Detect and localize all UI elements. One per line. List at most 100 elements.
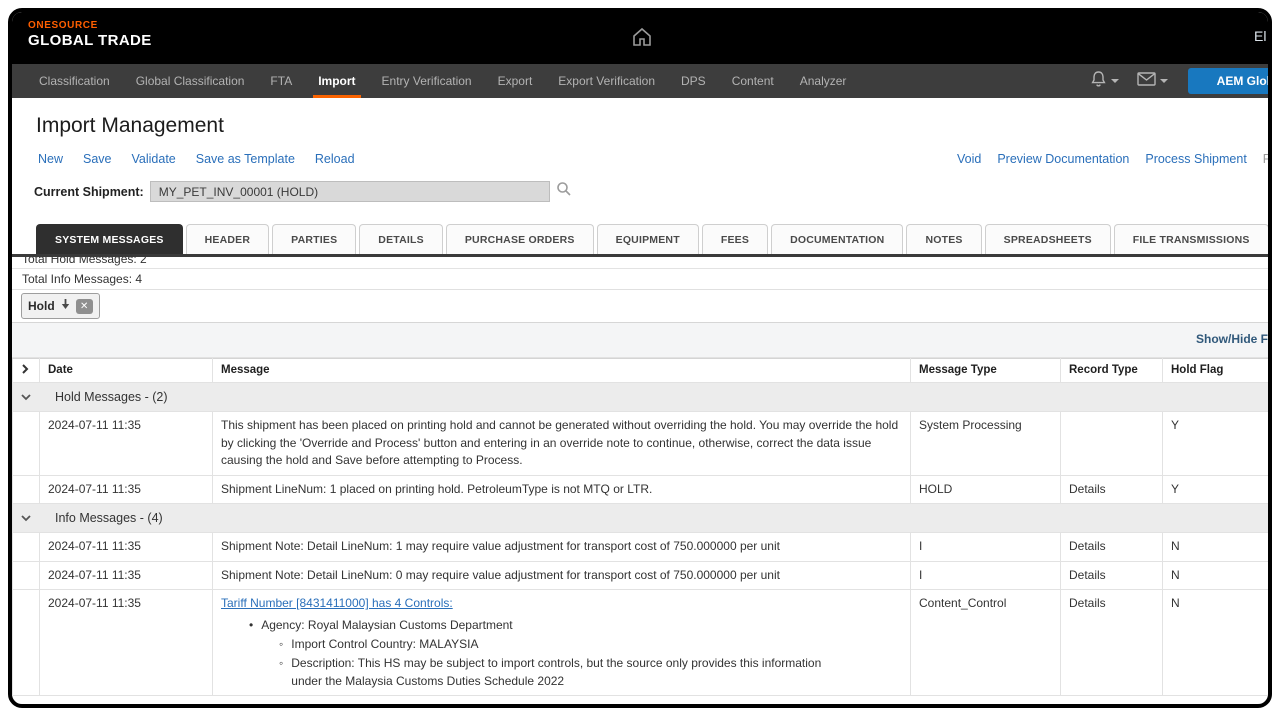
brand-name: ONESOURCE (28, 20, 152, 31)
nav-item-entry-verification[interactable]: Entry Verification (369, 64, 485, 98)
chevron-down-icon[interactable] (21, 390, 31, 404)
mail-icon (1137, 72, 1156, 91)
current-shipment-label: Current Shipment: (34, 185, 144, 199)
shipment-tabs: SYSTEM MESSAGESHEADERPARTIESDETAILSPURCH… (36, 224, 1272, 254)
home-icon[interactable] (630, 25, 654, 54)
row-expand-cell (13, 561, 40, 589)
sub-bullet-item: Import Control Country: MALAYSIA (279, 636, 902, 653)
cell-message: This shipment has been placed on printin… (213, 412, 911, 475)
page-content: Import Management New Save Validate Save as… (12, 98, 1272, 254)
tab-equipment[interactable]: EQUIPMENT (597, 224, 699, 254)
nav-item-global-classification[interactable]: Global Classification (123, 64, 258, 98)
user-name[interactable]: El (1254, 28, 1266, 44)
pin-icon (61, 297, 70, 315)
cell-date: 2024-07-11 11:35 (40, 533, 213, 561)
main-nav: ClassificationGlobal ClassificationFTAIm… (12, 64, 1272, 98)
cell-record-type (1061, 412, 1163, 475)
cell-record-type: Details (1061, 475, 1163, 503)
nav-item-export[interactable]: Export (485, 64, 546, 98)
filter-band: Show/Hide Filters (12, 323, 1272, 358)
tab-fees[interactable]: FEES (702, 224, 768, 254)
cell-message: Shipment Note: Detail LineNum: 0 may req… (213, 561, 911, 589)
nav-right: AEM Global Trade (1084, 64, 1272, 98)
tab-header[interactable]: HEADER (186, 224, 270, 254)
hold-filter-chip[interactable]: Hold ✕ (21, 293, 100, 319)
table-row: 2024-07-11 11:35Shipment Note: Detail Li… (13, 561, 1273, 589)
tab-purchase-orders[interactable]: PURCHASE ORDERS (446, 224, 594, 254)
col-header-message-type: Message Type (911, 359, 1061, 383)
toolbar: New Save Validate Save as Template Reload Vo… (28, 152, 1272, 169)
finalize-link: Finalize (1263, 152, 1272, 166)
tab-spreadsheets[interactable]: SPREADSHEETS (985, 224, 1111, 254)
bullet-item: Agency: Royal Malaysian Customs Departme… (249, 617, 902, 691)
chevron-right-icon[interactable] (21, 365, 29, 377)
row-expand-cell (13, 533, 40, 561)
tab-file-transmissions[interactable]: FILE TRANSMISSIONS (1114, 224, 1269, 254)
nav-item-content[interactable]: Content (719, 64, 787, 98)
chip-label: Hold (28, 299, 55, 313)
current-shipment-row: Current Shipment: (34, 181, 1272, 202)
toolbar-right-actions: Void Preview Documentation Process Shipmen… (957, 152, 1272, 166)
tab-notes[interactable]: NOTES (906, 224, 981, 254)
tariff-controls-link[interactable]: Tariff Number [8431411000] has 4 Control… (221, 596, 453, 610)
group-label: Hold Messages - (2) (55, 390, 168, 404)
save-link[interactable]: Save (83, 152, 112, 166)
tab-parties[interactable]: PARTIES (272, 224, 356, 254)
col-header-date: Date (40, 359, 213, 383)
app-window: ONESOURCE GLOBAL TRADE El Classification… (8, 8, 1272, 708)
nav-item-fta[interactable]: FTA (257, 64, 305, 98)
nav-items: ClassificationGlobal ClassificationFTAIm… (26, 64, 859, 98)
chevron-down-icon[interactable] (21, 511, 31, 525)
close-icon[interactable]: ✕ (76, 299, 93, 314)
cell-message: Shipment Note: Detail LineNum: 1 may req… (213, 533, 911, 561)
notifications-menu[interactable] (1084, 70, 1125, 93)
cell-hold-flag: N (1163, 590, 1273, 696)
app-canvas: ONESOURCE GLOBAL TRADE El Classification… (12, 12, 1272, 704)
cell-message-type: I (911, 561, 1061, 589)
process-shipment-link[interactable]: Process Shipment (1145, 152, 1246, 166)
cell-date: 2024-07-11 11:35 (40, 475, 213, 503)
info-total-text: Total Info Messages: 4 (12, 269, 1272, 290)
void-link[interactable]: Void (957, 152, 981, 166)
bell-icon (1090, 70, 1107, 93)
messages-menu[interactable] (1131, 72, 1174, 91)
hold-total-text: Total Hold Messages: 2 (22, 257, 1272, 266)
nav-item-import[interactable]: Import (305, 64, 368, 98)
nav-item-analyzer[interactable]: Analyzer (787, 64, 860, 98)
preview-documentation-link[interactable]: Preview Documentation (997, 152, 1129, 166)
validate-link[interactable]: Validate (132, 152, 176, 166)
new-link[interactable]: New (38, 152, 63, 166)
row-expand-cell (13, 412, 40, 475)
tab-system-messages[interactable]: SYSTEM MESSAGES (36, 224, 183, 254)
cell-message-type: Content_Control (911, 590, 1061, 696)
page-title: Import Management (36, 114, 1272, 138)
nav-item-dps[interactable]: DPS (668, 64, 719, 98)
chevron-down-icon (1111, 79, 1119, 83)
aem-global-trade-button[interactable]: AEM Global Trade (1188, 68, 1272, 94)
group-label: Info Messages - (4) (55, 511, 163, 525)
nav-item-classification[interactable]: Classification (26, 64, 123, 98)
group-cell: Hold Messages - (2) (13, 383, 1273, 412)
show-hide-filters-link[interactable]: Show/Hide Filters (1196, 332, 1272, 346)
save-as-template-link[interactable]: Save as Template (196, 152, 295, 166)
cell-message-type: HOLD (911, 475, 1061, 503)
cell-hold-flag: N (1163, 533, 1273, 561)
tab-documentation[interactable]: DOCUMENTATION (771, 224, 903, 254)
cell-date: 2024-07-11 11:35 (40, 412, 213, 475)
sub-bullet-text: Import Control Country: MALAYSIA (291, 636, 478, 653)
current-shipment-input[interactable] (150, 181, 550, 202)
reload-link[interactable]: Reload (315, 152, 355, 166)
table-row: 2024-07-11 11:35Tariff Number [843141100… (13, 590, 1273, 696)
cell-message: Tariff Number [8431411000] has 4 Control… (213, 590, 911, 696)
tab-details[interactable]: DETAILS (359, 224, 443, 254)
group-row: Hold Messages - (2) (13, 383, 1273, 412)
brand-logo: ONESOURCE GLOBAL TRADE (28, 20, 152, 49)
brand-product: GLOBAL TRADE (28, 32, 152, 49)
col-header-hold-flag: Hold Flag (1163, 359, 1273, 383)
cell-record-type: Details (1061, 590, 1163, 696)
table-row: 2024-07-11 11:35This shipment has been p… (13, 412, 1273, 475)
sub-bullet-list: Import Control Country: MALAYSIADescript… (279, 636, 902, 690)
expand-all-header (13, 359, 40, 383)
nav-item-export-verification[interactable]: Export Verification (545, 64, 668, 98)
search-icon[interactable] (556, 181, 572, 202)
